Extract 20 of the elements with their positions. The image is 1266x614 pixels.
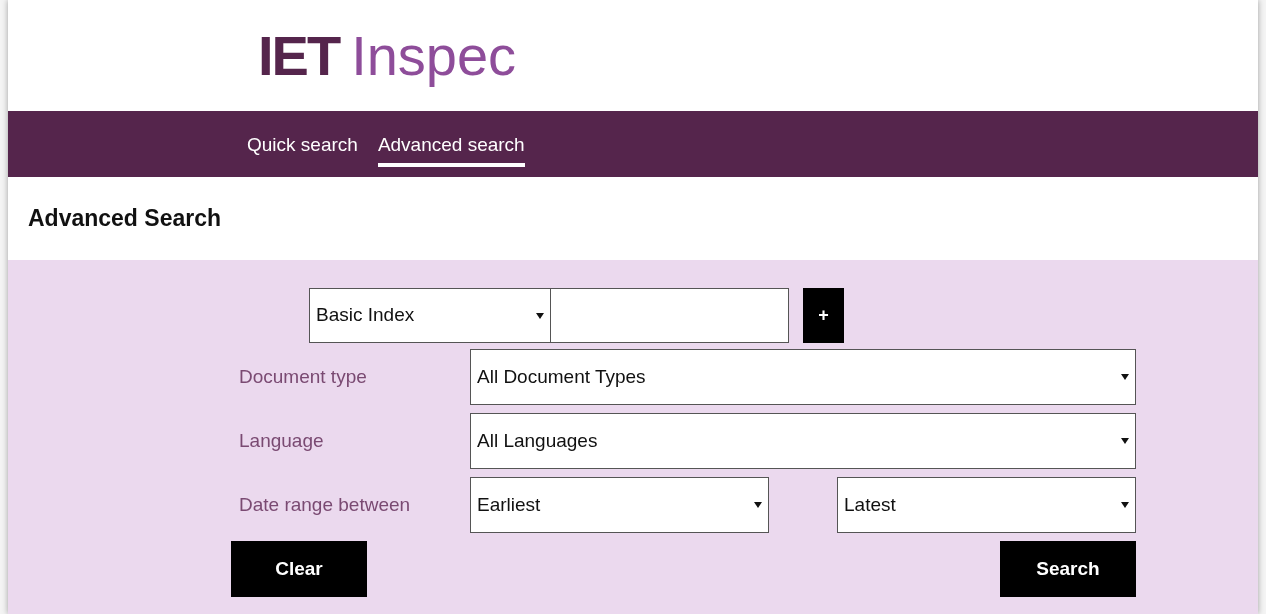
search-button[interactable]: Search [1000, 541, 1136, 597]
index-select[interactable]: Basic Index [309, 288, 551, 343]
dropdown[interactable]: Earliest [470, 477, 769, 533]
clear-button[interactable]: Clear [231, 541, 367, 597]
caret-icon [536, 311, 544, 320]
dropdown[interactable]: All Document Types [470, 349, 1136, 405]
search-input[interactable] [551, 288, 789, 343]
nav-tab[interactable]: Quick search [247, 120, 358, 168]
field-label: Date range between [238, 492, 412, 517]
page-title: Advanced Search [28, 204, 222, 234]
field-label: Document type [238, 364, 368, 389]
caret-icon [1121, 501, 1129, 509]
add-row-button[interactable]: + [803, 288, 844, 343]
caret-icon [1121, 437, 1129, 445]
dropdown[interactable]: Latest [837, 477, 1136, 533]
field-label: Language [238, 428, 325, 453]
dropdown[interactable]: All Languages [470, 413, 1136, 469]
caret-icon [1121, 373, 1129, 381]
caret-icon [754, 501, 762, 509]
nav-tab[interactable]: Advanced search [377, 120, 525, 168]
